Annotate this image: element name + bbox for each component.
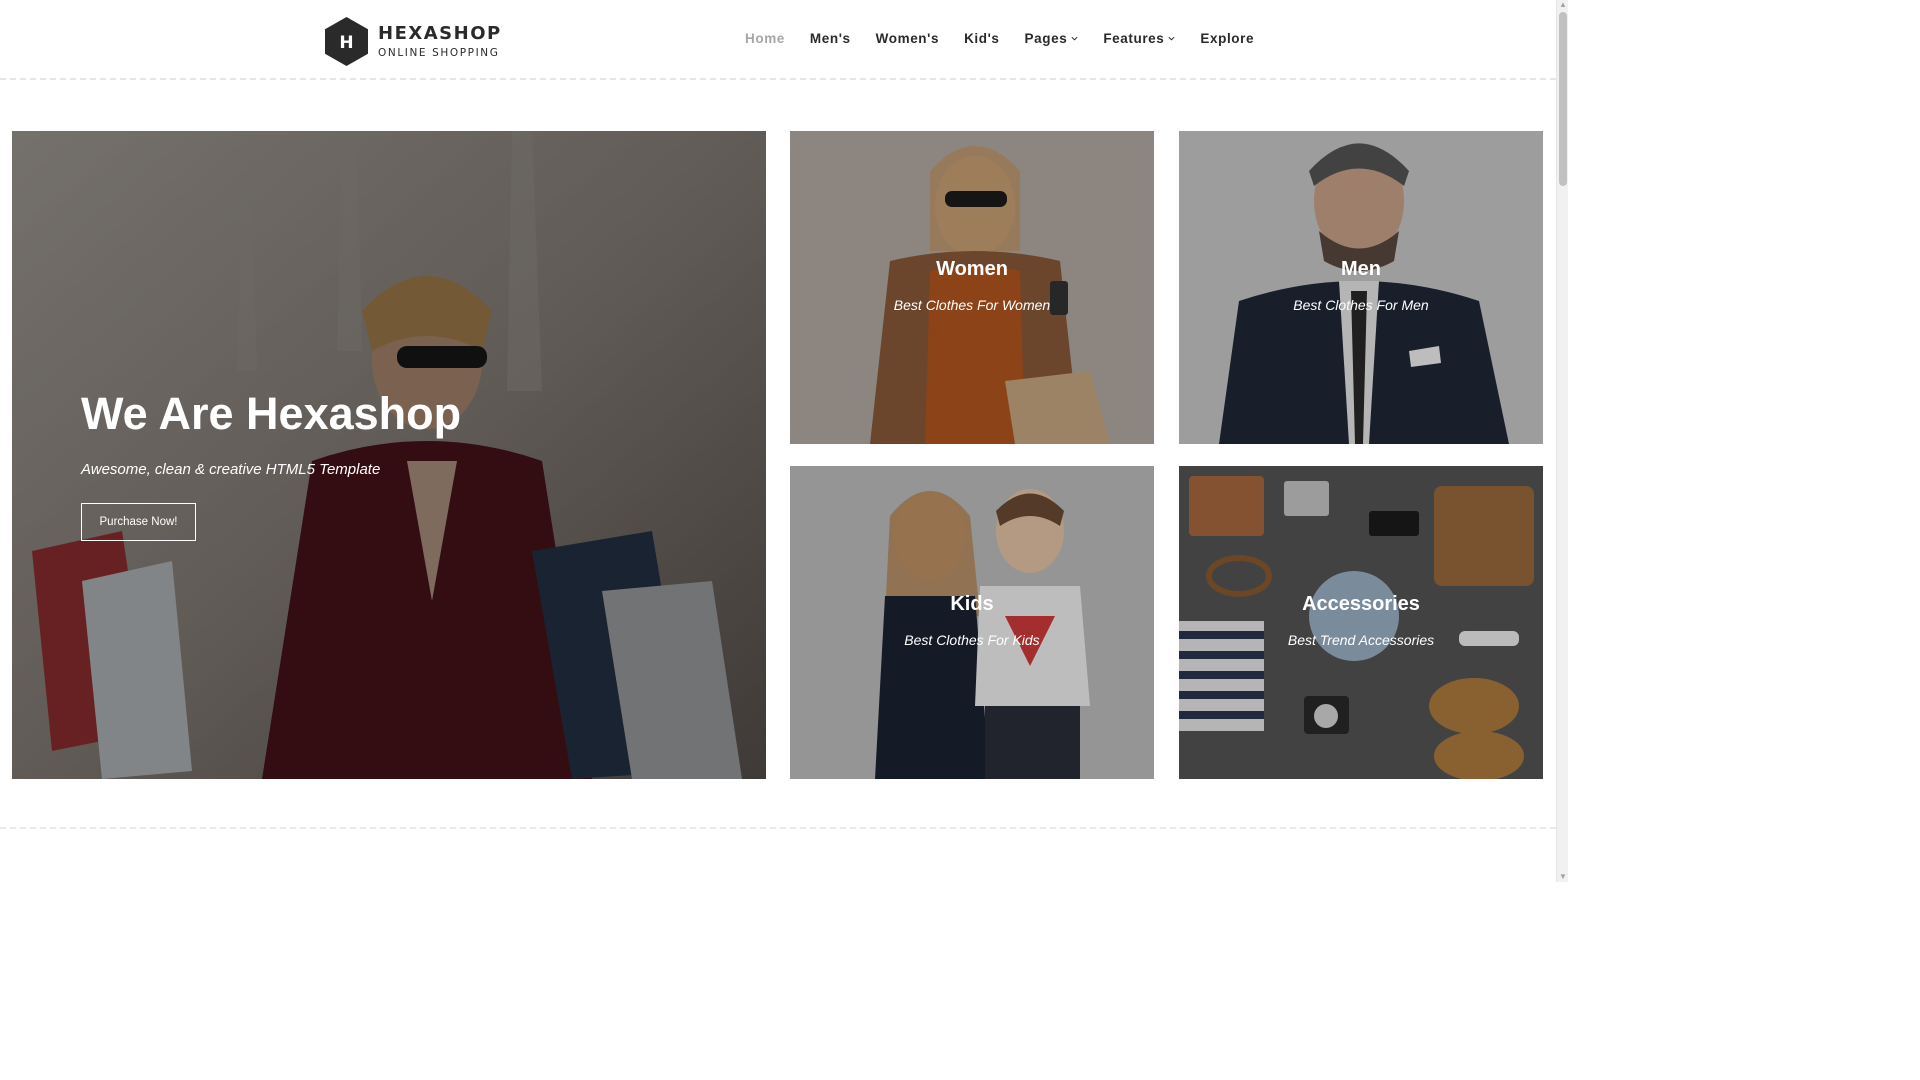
nav-label: Men's xyxy=(809,31,851,46)
purchase-now-button[interactable]: Purchase Now! xyxy=(81,503,196,541)
nav-item-womens[interactable]: Women's xyxy=(876,31,939,46)
nav-item-kids[interactable]: Kid's xyxy=(964,31,999,46)
tile-subtitle: Best Clothes For Men xyxy=(1293,297,1429,313)
nav-label: Kid's xyxy=(964,31,1000,46)
chevron-down-icon xyxy=(1071,36,1078,41)
nav-label: Women's xyxy=(875,31,940,46)
tile-subtitle: Best Clothes For Kids xyxy=(904,632,1040,648)
tile-content: Women Best Clothes For Women xyxy=(790,258,1154,313)
tile-subtitle: Best Clothes For Women xyxy=(893,297,1051,313)
nav-item-home[interactable]: Home xyxy=(745,31,785,46)
scroll-down-arrow-icon[interactable]: ▼ xyxy=(1559,872,1567,882)
tile-title: Kids xyxy=(950,593,994,615)
scroll-up-arrow-icon[interactable]: ▲ xyxy=(1559,0,1567,10)
scrollbar-thumb[interactable] xyxy=(1559,12,1567,186)
hexagon-logo-icon: H xyxy=(325,17,368,66)
hero-content: We Are Hexashop Awesome, clean & creativ… xyxy=(81,389,461,541)
nav-item-features[interactable]: Features xyxy=(1103,31,1175,46)
nav-label: Home xyxy=(745,31,785,46)
logo-text: HEXASHOP ONLINE SHOPPING xyxy=(378,23,502,60)
site-header: H HEXASHOP ONLINE SHOPPING Home Men's Wo… xyxy=(0,0,1556,80)
category-tile-accessories[interactable]: Accessories Best Trend Accessories xyxy=(1179,466,1543,779)
tile-title: Men xyxy=(1341,258,1381,280)
site-logo[interactable]: H HEXASHOP ONLINE SHOPPING xyxy=(325,17,502,66)
category-tile-women[interactable]: Women Best Clothes For Women xyxy=(790,131,1154,444)
category-tile-kids[interactable]: Kids Best Clothes For Kids xyxy=(790,466,1154,779)
nav-item-pages[interactable]: Pages xyxy=(1025,31,1079,46)
brand-tagline: ONLINE SHOPPING xyxy=(378,47,500,59)
nav-item-mens[interactable]: Men's xyxy=(810,31,851,46)
hero-subtitle: Awesome, clean & creative HTML5 Template xyxy=(81,461,381,478)
nav-label: Features xyxy=(1103,31,1165,46)
tile-content: Men Best Clothes For Men xyxy=(1179,258,1543,313)
logo-letter: H xyxy=(339,33,353,53)
nav-label: Explore xyxy=(1200,31,1255,46)
category-tile-men[interactable]: Men Best Clothes For Men xyxy=(1179,131,1543,444)
chevron-down-icon xyxy=(1168,36,1175,41)
hero-title: We Are Hexashop xyxy=(81,388,462,439)
tile-content: Accessories Best Trend Accessories xyxy=(1179,593,1543,648)
hero-banner: We Are Hexashop Awesome, clean & creativ… xyxy=(12,131,766,779)
nav-item-explore[interactable]: Explore xyxy=(1200,31,1254,46)
brand-name: HEXASHOP xyxy=(378,23,502,44)
tile-title: Women xyxy=(936,258,1008,280)
tile-title: Accessories xyxy=(1302,593,1420,615)
section-divider xyxy=(0,827,1556,829)
main-nav: Home Men's Women's Kid's Pages Features … xyxy=(745,31,1279,46)
tile-subtitle: Best Trend Accessories xyxy=(1287,632,1435,648)
nav-label: Pages xyxy=(1024,31,1068,46)
tile-content: Kids Best Clothes For Kids xyxy=(790,593,1154,648)
page-scrollbar[interactable]: ▲ ▼ xyxy=(1556,0,1568,882)
